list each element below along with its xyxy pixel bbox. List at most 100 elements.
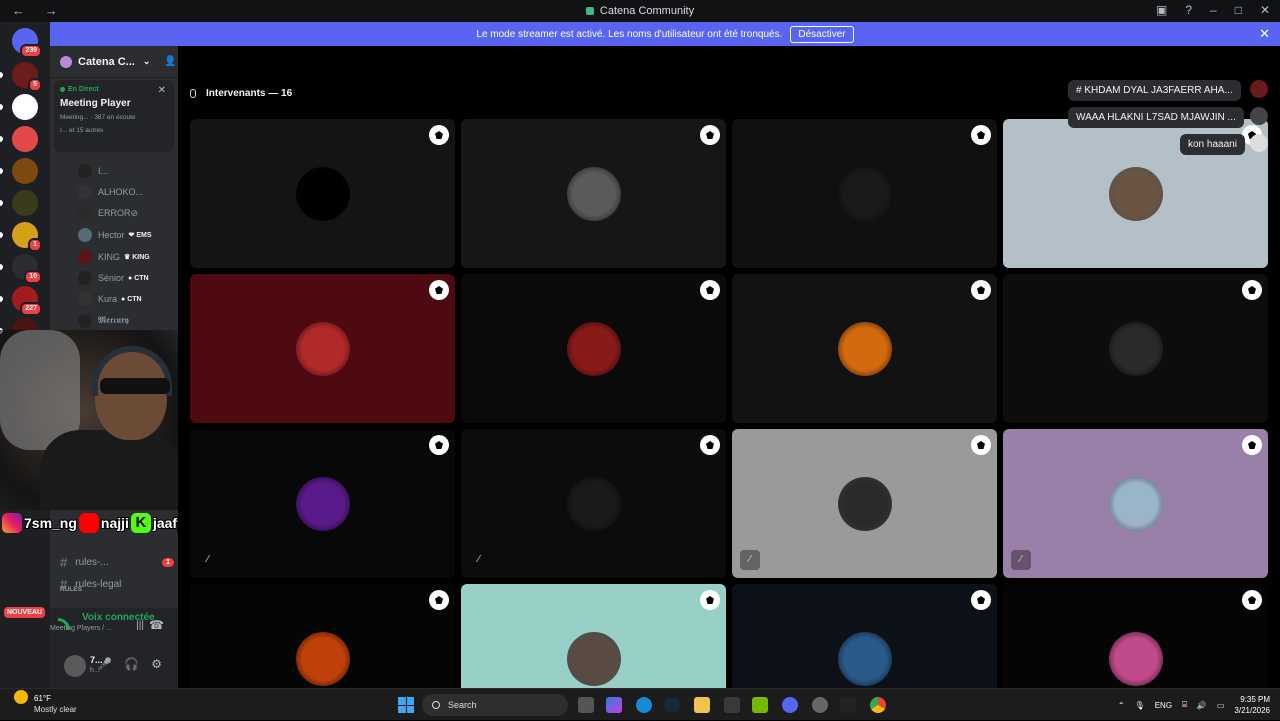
network-icon[interactable]: ⌸ [1182, 700, 1187, 710]
server-icon[interactable] [12, 126, 38, 152]
battery-icon[interactable]: ▭ [1217, 701, 1225, 710]
file-explorer-icon[interactable] [694, 697, 710, 713]
server-icon[interactable] [12, 94, 38, 120]
stage-area: Intervenants — 16 ⁄ ⁄ ⁄ ⁄ # KHDAM DYAL JA3F… [178, 46, 1280, 688]
moderator-shield-icon [429, 280, 449, 300]
speaker-tile[interactable] [732, 584, 997, 688]
obs-icon[interactable] [812, 697, 828, 713]
server-icon[interactable]: 10 [12, 254, 42, 284]
moderator-shield-icon [971, 280, 991, 300]
moderator-shield-icon [429, 125, 449, 145]
task-view-icon[interactable] [578, 697, 594, 713]
avatar [1109, 322, 1163, 376]
volume-icon[interactable]: 🔊 [1197, 701, 1207, 710]
kick-icon: K [130, 513, 151, 533]
voice-member[interactable]: ALHOKO... [78, 183, 176, 201]
speaker-tile[interactable] [190, 274, 455, 423]
speaker-tile[interactable]: ⁄ [1003, 429, 1268, 578]
close-banner-icon[interactable]: ✕ [1259, 26, 1270, 42]
speaker-tile[interactable] [190, 119, 455, 268]
discord-taskbar-icon[interactable] [782, 697, 798, 713]
moderator-shield-icon [971, 590, 991, 610]
speaker-tile[interactable]: ⁄ [190, 429, 455, 578]
voice-member[interactable]: I... [78, 162, 176, 180]
streamer-webcam [0, 330, 180, 510]
avatar [78, 292, 92, 307]
minimize-button[interactable]: – [1210, 3, 1217, 17]
speaker-tile[interactable]: ⁄ [732, 429, 997, 578]
voice-member[interactable]: Sénior ● CTN [78, 269, 176, 287]
clock[interactable]: 9:35 PM 3/21/2026 [1234, 694, 1270, 716]
soundboard-icon[interactable]: ||| [136, 620, 144, 631]
avatar [567, 477, 621, 531]
close-live-card-icon[interactable]: ✕ [158, 85, 166, 96]
taskbar-search[interactable]: Search [422, 694, 568, 716]
inbox-icon[interactable]: ▣ [1156, 3, 1167, 17]
weather-temp: 61°F [34, 694, 51, 703]
help-icon[interactable]: ? [1185, 3, 1192, 17]
voice-member-name: I... [98, 166, 109, 176]
nvidia-icon[interactable] [752, 697, 768, 713]
server-name: Catena C... [78, 55, 135, 68]
speaker-tile[interactable]: ⁄ [461, 429, 726, 578]
chevron-down-icon[interactable]: ⌄ [143, 56, 151, 67]
server-badge: 227 [20, 302, 42, 316]
speaker-tile[interactable] [461, 119, 726, 268]
voice-member[interactable]: ERROR⊘ [78, 205, 176, 223]
maximize-button[interactable]: □ [1235, 3, 1242, 17]
chat-avatar [1250, 107, 1268, 125]
headphones-icon[interactable]: 🎧 [124, 657, 139, 671]
speakers-label: Intervenants — 16 [206, 88, 293, 99]
chevron-up-icon[interactable]: ⌃ [1118, 701, 1125, 710]
weather-widget[interactable]: 61°F Mostly clear [14, 690, 77, 714]
voice-member[interactable]: 𝕸𝖊𝖗𝖈𝖚𝖗𝖞 [78, 312, 176, 330]
speaker-tile[interactable] [461, 584, 726, 688]
avatar [78, 185, 92, 200]
server-icon[interactable]: 5 [12, 62, 42, 92]
discord-home-icon[interactable]: 239 [12, 28, 42, 58]
speaker-tile[interactable] [190, 584, 455, 688]
server-icon[interactable] [12, 158, 38, 184]
windows-start-icon[interactable] [398, 697, 414, 713]
voice-member-name: Hector [98, 230, 125, 241]
moderator-shield-icon [700, 435, 720, 455]
language-indicator[interactable]: ENG [1155, 701, 1172, 710]
speaker-tile[interactable] [732, 119, 997, 268]
disable-streamer-button[interactable]: Désactiver [790, 25, 854, 43]
live-stage-card[interactable]: En Direct ✕ Meeting Player Meeting... · … [54, 80, 174, 152]
server-icon[interactable]: 1 [12, 222, 42, 252]
channel-name: rules-... [75, 556, 109, 568]
invite-user-icon[interactable]: 👤 [164, 56, 176, 67]
microphone-icon [190, 88, 196, 98]
edge-icon[interactable] [636, 697, 652, 713]
steam-icon[interactable] [664, 697, 680, 713]
store-icon[interactable] [724, 697, 740, 713]
voice-member[interactable]: KING ♛ KING [78, 248, 176, 266]
server-header[interactable]: Catena C... ⌄ 👤 [50, 46, 178, 78]
avatar[interactable] [64, 655, 86, 677]
disconnect-icon[interactable]: ☎ [149, 618, 164, 632]
server-icon[interactable] [12, 190, 38, 216]
server-icon[interactable]: 227 [12, 286, 42, 316]
chat-avatar [1250, 80, 1268, 98]
speaker-tile[interactable] [1003, 584, 1268, 688]
text-channel[interactable]: # rules-legal [60, 574, 174, 594]
speaker-tile[interactable] [461, 274, 726, 423]
mic-muted-icon: ⁄ [478, 554, 480, 565]
avatar [78, 206, 92, 221]
mic-icon[interactable]: 🎙 [1135, 701, 1145, 710]
speaker-tile[interactable] [732, 274, 997, 423]
chrome-icon[interactable] [870, 697, 886, 713]
speaker-tile[interactable] [1003, 274, 1268, 423]
hash-icon: # [60, 554, 68, 570]
voice-member[interactable]: Hector ❤ EMS [78, 226, 176, 244]
mic-muted-icon[interactable]: 🎤 [97, 657, 112, 671]
voice-member[interactable]: Kura ● CTN [78, 290, 176, 308]
close-window-button[interactable]: ✕ [1260, 3, 1270, 17]
instagram-handle: 7sm_ng [24, 515, 77, 531]
text-channel[interactable]: # rules-... 1 [60, 552, 174, 572]
gamebar-icon[interactable] [840, 697, 856, 713]
copilot-icon[interactable] [606, 697, 622, 713]
gear-icon[interactable]: ⚙ [151, 657, 162, 671]
live-status: En Direct [60, 86, 168, 93]
